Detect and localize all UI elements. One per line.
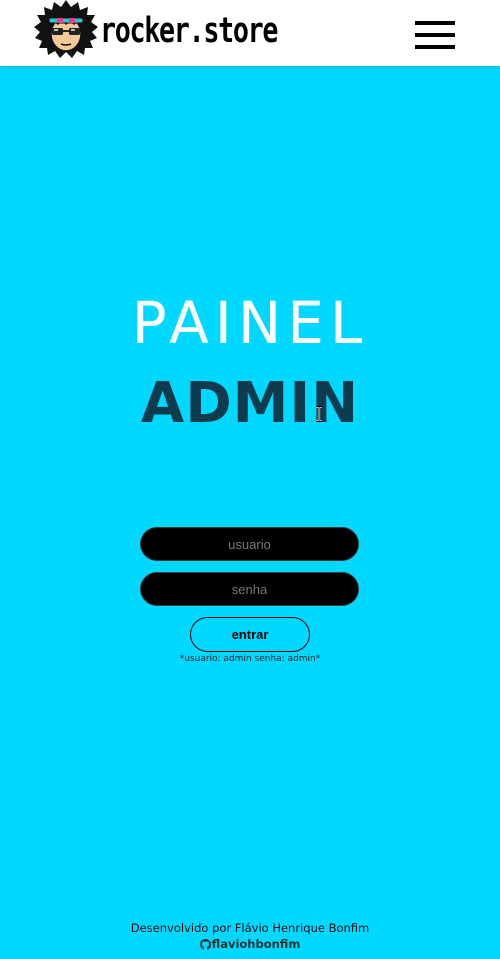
- footer-credit: Desenvolvido por Flávio Henrique Bonfim: [130, 921, 370, 935]
- hamburger-menu-icon: [415, 33, 455, 37]
- credentials-hint: *usuario: admin senha: admin*: [179, 654, 321, 664]
- github-handle: flaviohbonfim: [211, 937, 301, 951]
- rocker-avatar-icon: [34, 0, 98, 58]
- brand-name: rocker.store: [100, 10, 278, 51]
- page-title-line-2: ADMIN: [140, 371, 360, 436]
- password-input[interactable]: [140, 572, 359, 606]
- text-cursor-icon: [316, 406, 322, 422]
- username-input[interactable]: [140, 527, 359, 561]
- menu-button[interactable]: [415, 21, 455, 49]
- brand-logo-link[interactable]: rocker.store: [34, 0, 306, 62]
- page-title-line-1: PAINEL: [131, 289, 369, 357]
- github-link[interactable]: flaviohbonfim: [0, 937, 500, 951]
- hamburger-menu-icon: [415, 21, 455, 25]
- login-button[interactable]: entrar: [190, 617, 310, 652]
- github-icon: [199, 938, 211, 950]
- top-header: rocker.store: [0, 0, 500, 66]
- hamburger-menu-icon: [415, 45, 455, 49]
